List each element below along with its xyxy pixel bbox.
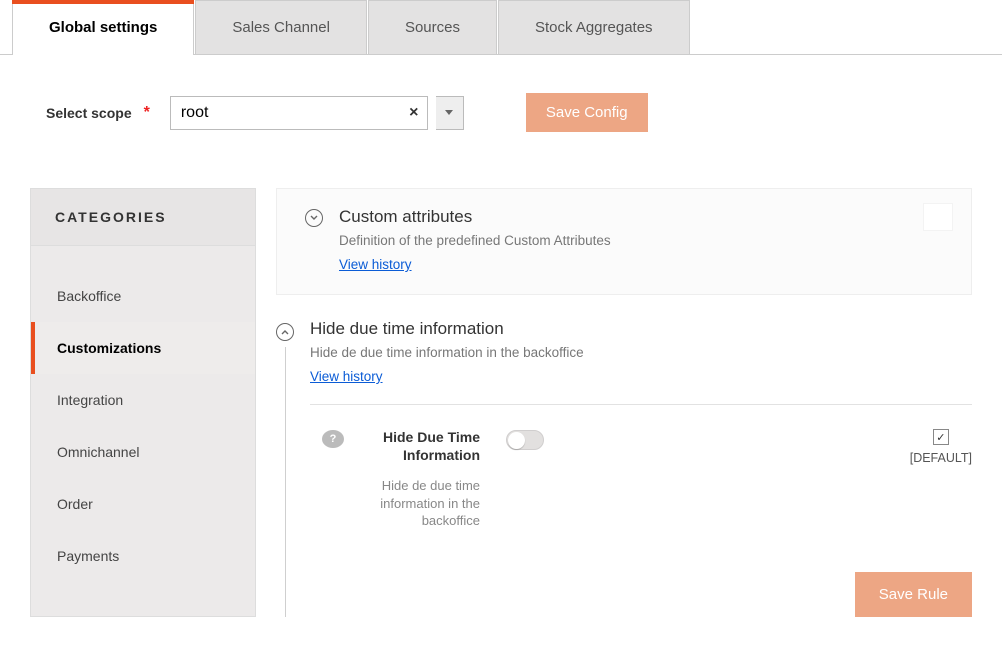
caret-down-icon — [445, 110, 453, 115]
section-desc: Hide de due time information in the back… — [310, 345, 972, 360]
card-title: Custom attributes — [339, 207, 943, 227]
scope-dropdown-button[interactable] — [436, 96, 464, 130]
card-custom-attributes: Custom attributes Definition of the pred… — [276, 188, 972, 295]
card-desc: Definition of the predefined Custom Attr… — [339, 233, 943, 248]
sidebar-item-backoffice[interactable]: Backoffice — [31, 270, 255, 322]
tab-global-settings[interactable]: Global settings — [12, 1, 194, 55]
scope-label: Select scope — [46, 105, 132, 121]
default-label: [DEFAULT] — [910, 451, 972, 465]
tab-stock-aggregates[interactable]: Stock Aggregates — [498, 0, 690, 54]
categories-sidebar: CATEGORIES Backoffice Customizations Int… — [30, 188, 256, 617]
card-action-placeholder — [923, 203, 953, 231]
sidebar-item-integration[interactable]: Integration — [31, 374, 255, 426]
timeline-line — [285, 347, 286, 617]
chevron-up-icon[interactable] — [276, 323, 294, 341]
scope-input[interactable] — [171, 97, 401, 129]
scope-row: Select scope * × Save Config — [0, 55, 1002, 144]
sidebar-heading: CATEGORIES — [31, 189, 255, 246]
tab-sources[interactable]: Sources — [368, 0, 497, 54]
sidebar-item-order[interactable]: Order — [31, 478, 255, 530]
section-hide-due-time: Hide due time information Hide de due ti… — [276, 319, 972, 617]
save-config-button[interactable]: Save Config — [526, 93, 648, 132]
tab-bar: Global settings Sales Channel Sources St… — [0, 0, 1002, 55]
sidebar-item-customizations[interactable]: Customizations — [31, 322, 255, 374]
field-label: Hide Due Time Information — [358, 429, 480, 464]
section-title: Hide due time information — [310, 319, 972, 339]
clear-icon[interactable]: × — [401, 104, 427, 122]
toggle-hide-due-time[interactable] — [506, 430, 544, 450]
chevron-down-icon[interactable] — [305, 209, 323, 227]
scope-select[interactable]: × — [170, 96, 428, 130]
view-history-link[interactable]: View history — [339, 257, 412, 272]
help-icon[interactable]: ? — [322, 430, 344, 448]
view-history-link[interactable]: View history — [310, 369, 383, 384]
tab-sales-channel[interactable]: Sales Channel — [195, 0, 367, 54]
sidebar-item-omnichannel[interactable]: Omnichannel — [31, 426, 255, 478]
sidebar-item-payments[interactable]: Payments — [31, 530, 255, 582]
required-asterisk: * — [144, 104, 150, 122]
field-help-text: Hide de due time information in the back… — [358, 477, 480, 530]
save-rule-button[interactable]: Save Rule — [855, 572, 972, 617]
default-checkbox[interactable]: ✓ — [933, 429, 949, 445]
